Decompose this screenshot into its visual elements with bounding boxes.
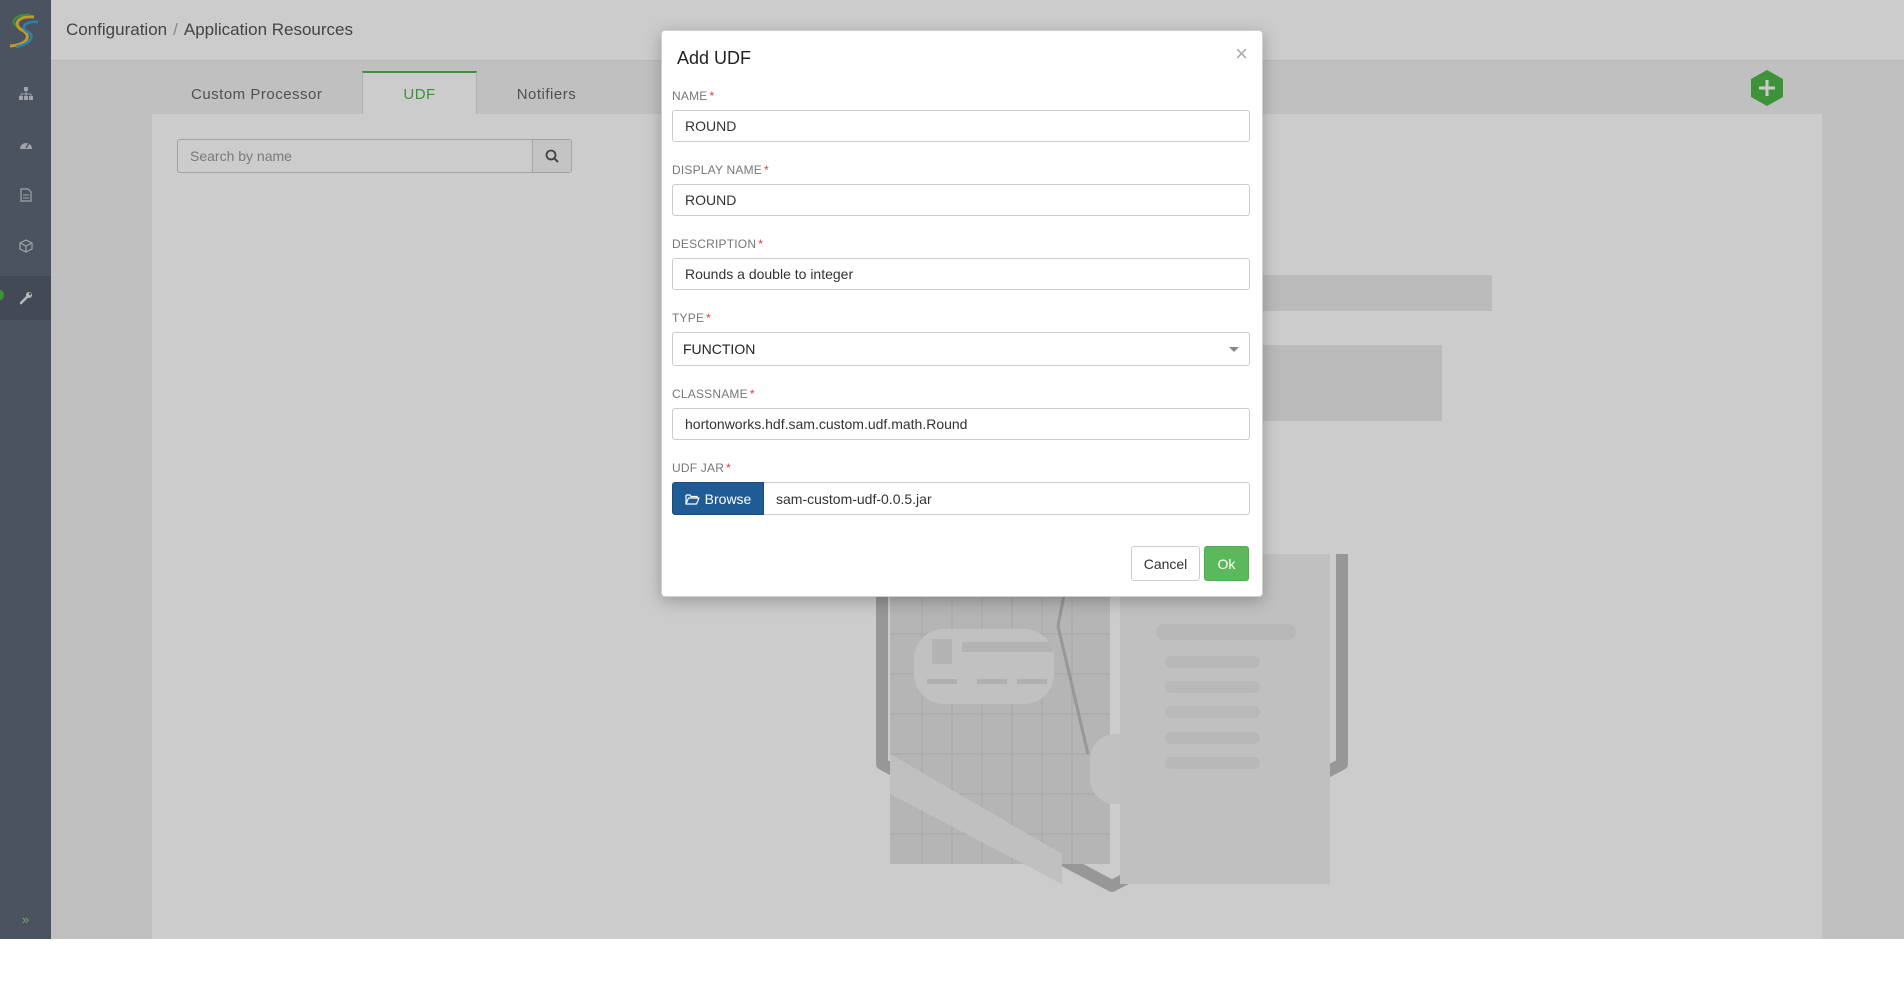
udf-jar-label: UDF JAR * [672, 461, 731, 475]
type-select[interactable]: FUNCTION [672, 332, 1250, 366]
required-marker: * [709, 89, 715, 103]
udf-jar-label-text: UDF JAR [672, 461, 725, 475]
classname-label: CLASSNAME * [672, 387, 755, 401]
description-field[interactable]: Rounds a double to integer [672, 258, 1250, 290]
udf-jar-input-group: Browse sam-custom-udf-0.0.5.jar [672, 482, 1250, 515]
type-selected-value: FUNCTION [683, 341, 756, 357]
browse-button[interactable]: Browse [672, 482, 764, 515]
required-marker: * [749, 387, 755, 401]
description-label-text: DESCRIPTION [672, 237, 757, 251]
folder-open-icon [685, 493, 700, 505]
name-label-text: NAME [672, 89, 708, 103]
classname-field[interactable]: hortonworks.hdf.sam.custom.udf.math.Roun… [672, 408, 1250, 440]
name-field[interactable]: ROUND [672, 110, 1250, 142]
display-name-label: DISPLAY NAME * [672, 163, 769, 177]
type-label-text: TYPE [672, 311, 705, 325]
classname-label-text: CLASSNAME [672, 387, 748, 401]
type-label: TYPE * [672, 311, 711, 325]
modal-title: Add UDF [677, 48, 752, 68]
required-marker: * [726, 461, 731, 475]
add-udf-modal: Add UDF × NAME * ROUND DISPLAY NAME * ROUN… [661, 30, 1263, 597]
ok-button[interactable]: Ok [1204, 546, 1249, 581]
required-marker: * [764, 163, 769, 177]
display-name-field[interactable]: ROUND [672, 184, 1250, 216]
required-marker: * [706, 311, 712, 325]
close-icon[interactable]: × [1235, 43, 1248, 65]
chevron-down-icon [1229, 346, 1239, 352]
udf-jar-filename-field[interactable]: sam-custom-udf-0.0.5.jar [764, 482, 1250, 515]
required-marker: * [758, 237, 764, 251]
display-name-label-text: DISPLAY NAME [672, 163, 762, 177]
cancel-button[interactable]: Cancel [1131, 546, 1200, 581]
browse-label: Browse [704, 490, 752, 507]
description-label: DESCRIPTION * [672, 237, 763, 251]
name-label: NAME * [672, 89, 714, 103]
